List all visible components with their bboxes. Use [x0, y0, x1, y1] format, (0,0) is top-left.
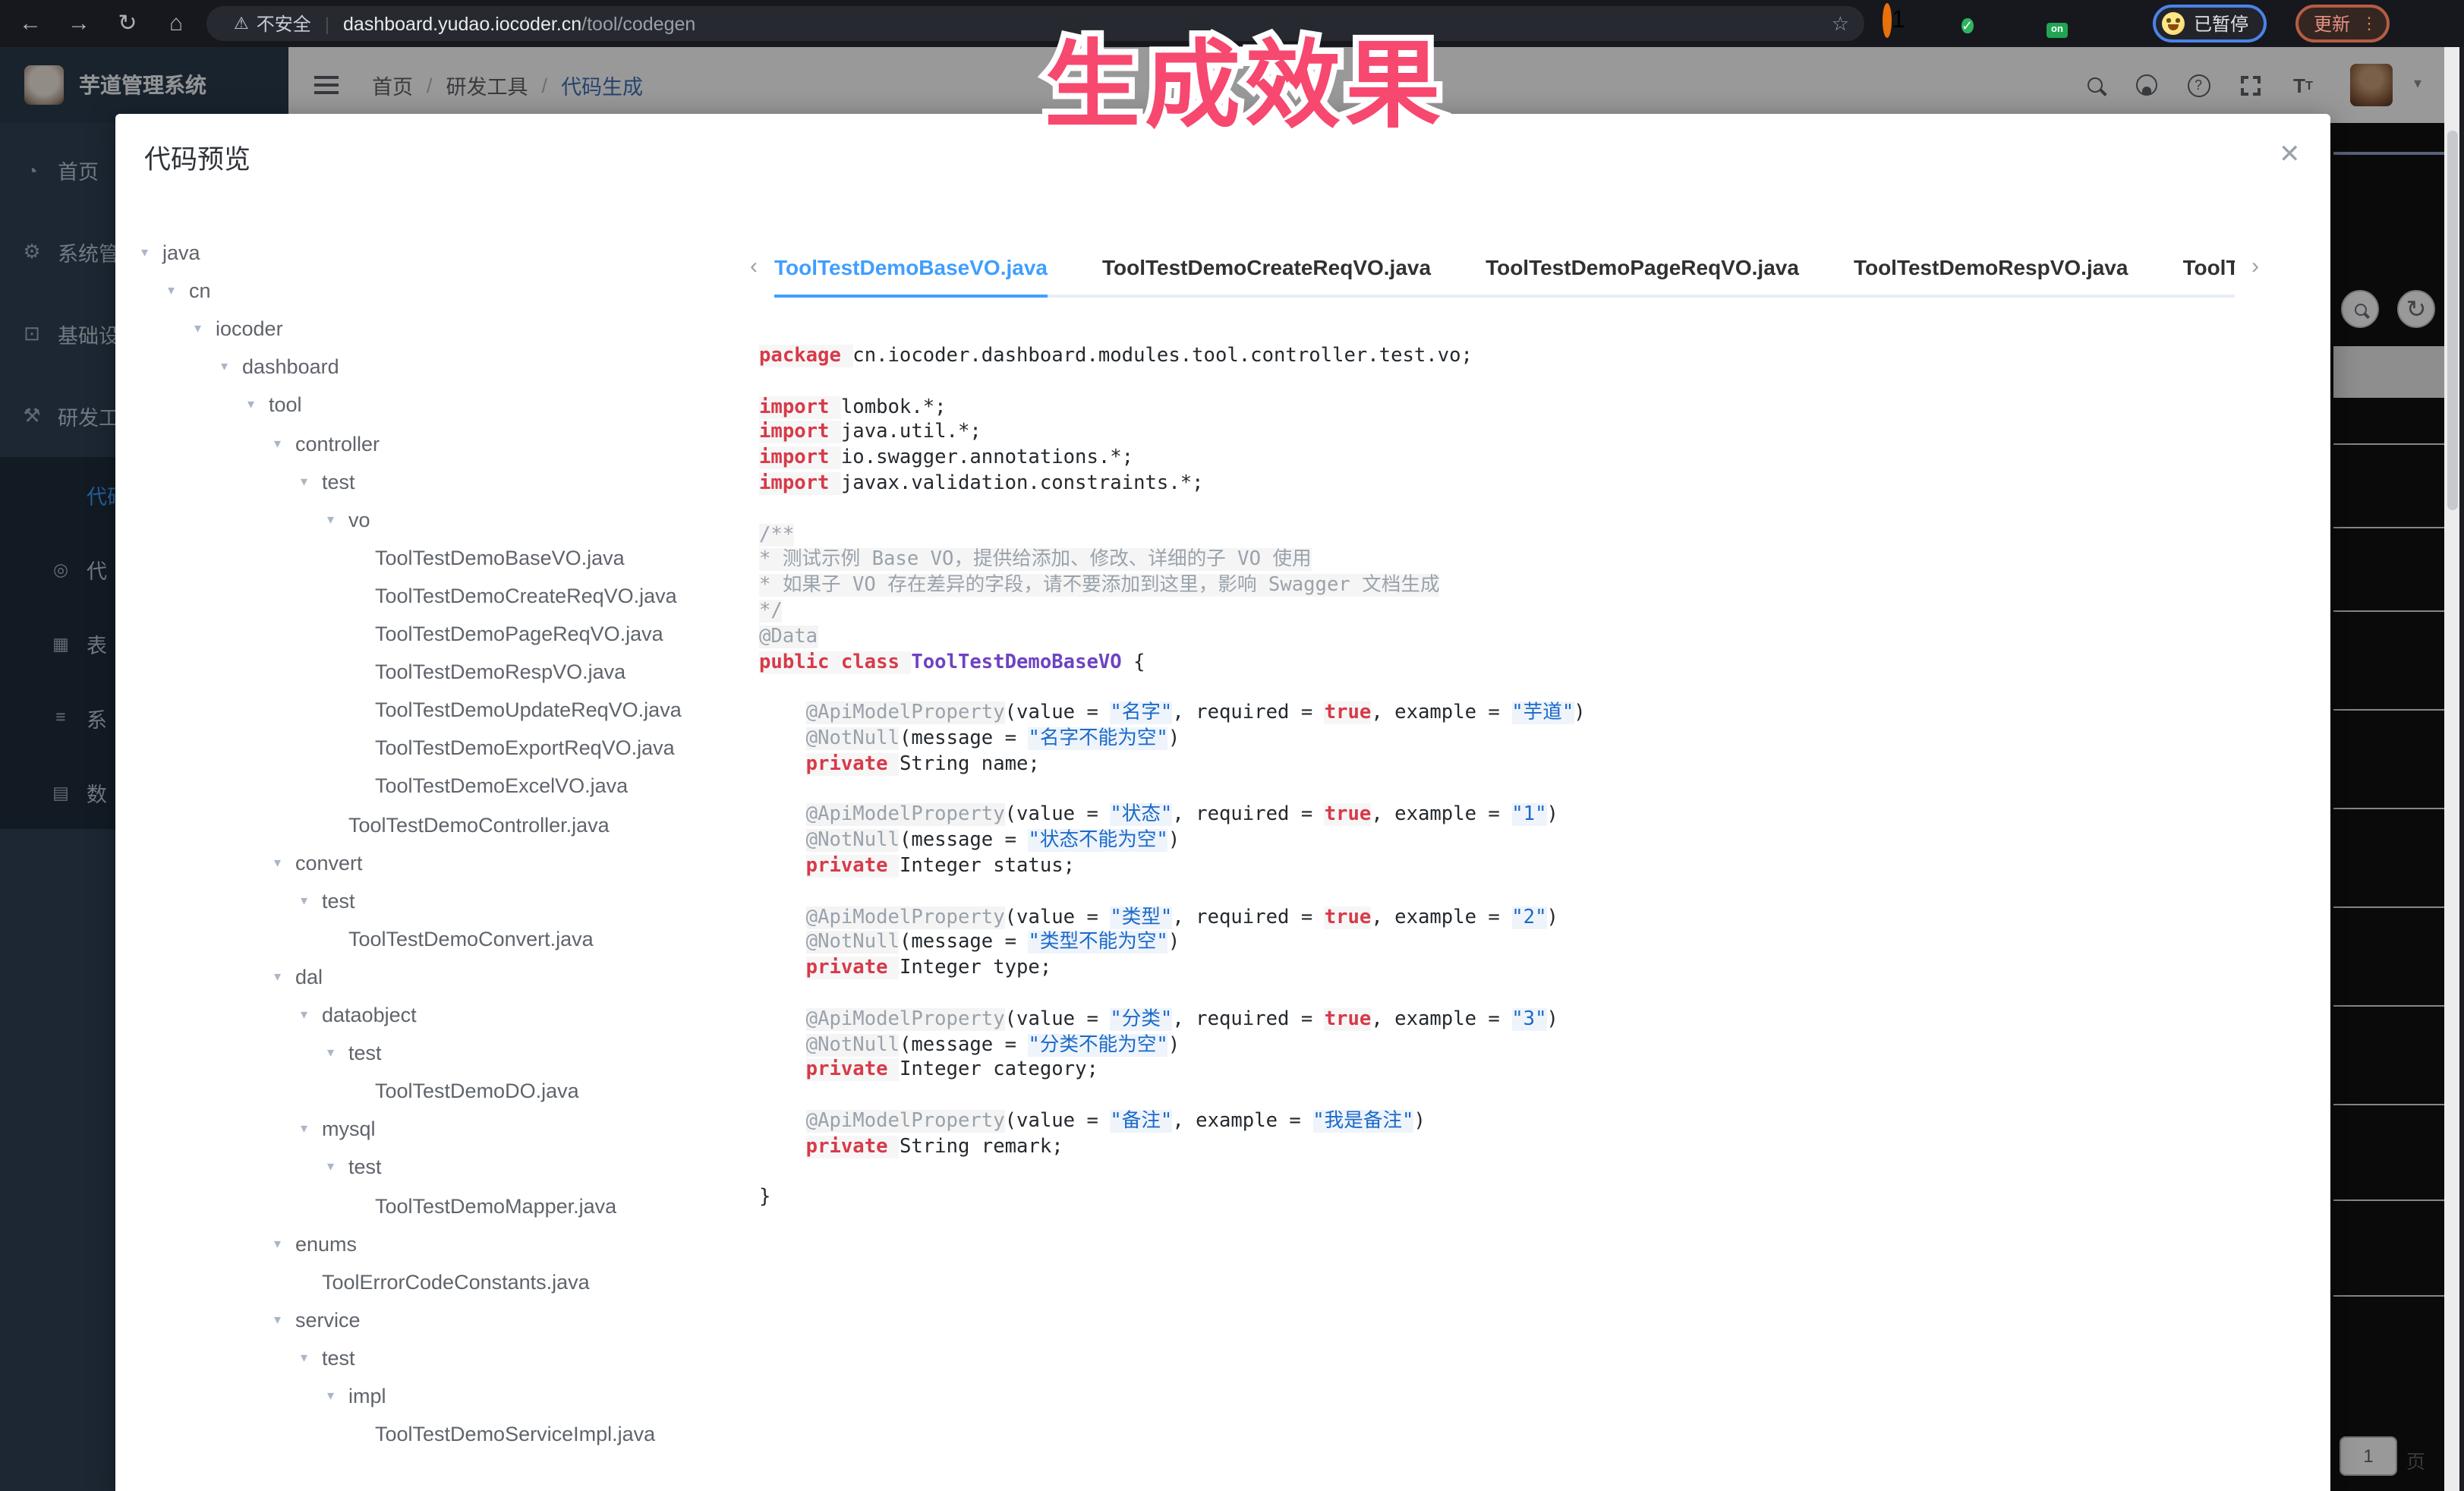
- caret-down-icon[interactable]: ▾: [301, 1007, 322, 1023]
- extension-orange-icon[interactable]: 1: [1883, 8, 1905, 35]
- tree-folder-test[interactable]: ▾test: [327, 1034, 382, 1072]
- caret-down-icon[interactable]: ▾: [221, 359, 242, 376]
- browser-forward-icon[interactable]: →: [61, 0, 97, 47]
- tree-file-ToolTestDemoConvert.java[interactable]: ▾ToolTestDemoConvert.java: [327, 920, 594, 958]
- tree-folder-tool[interactable]: ▾tool: [247, 386, 302, 424]
- tree-file-ToolTestDemoRespVO.java[interactable]: ▾ToolTestDemoRespVO.java: [354, 653, 625, 691]
- address-bar[interactable]: ⚠ 不安全 | dashboard.yudao.iocoder.cn/tool/…: [206, 6, 1864, 41]
- browser-menu-icon[interactable]: ⋮: [2361, 14, 2377, 33]
- caret-down-icon[interactable]: ▾: [327, 1045, 348, 1061]
- browser-back-icon[interactable]: ←: [12, 0, 49, 47]
- tree-file-ToolTestDemoServiceImpl.java[interactable]: ▾ToolTestDemoServiceImpl.java: [354, 1415, 655, 1453]
- tree-file-ToolTestDemoUpdateReqVO.java[interactable]: ▾ToolTestDemoUpdateReqVO.java: [354, 691, 682, 729]
- divider: |: [325, 13, 329, 34]
- tree-folder-enums[interactable]: ▾enums: [274, 1225, 357, 1262]
- caret-down-icon[interactable]: ▾: [327, 1388, 348, 1404]
- tree-folder-test[interactable]: ▾test: [301, 1339, 355, 1377]
- profile-paused-button[interactable]: 已暂停: [2153, 5, 2267, 43]
- tree-folder-mysql[interactable]: ▾mysql: [301, 1111, 376, 1149]
- caret-down-icon[interactable]: ▾: [301, 473, 322, 490]
- tab-ToolTestDemoRespVO.java[interactable]: ToolTestDemoRespVO.java: [1854, 240, 2128, 298]
- tree-folder-java[interactable]: ▾java: [141, 234, 200, 272]
- tree-folder-convert[interactable]: ▾convert: [274, 843, 363, 881]
- tree-folder-controller[interactable]: ▾controller: [274, 424, 380, 462]
- extension-green-check-icon[interactable]: ✓: [1961, 11, 1973, 38]
- tab-ToolTestDemoCreateReqVO.java[interactable]: ToolTestDemoCreateReqVO.java: [1102, 240, 1431, 298]
- caret-down-icon[interactable]: ▾: [274, 854, 295, 871]
- caret-down-icon[interactable]: ▾: [274, 435, 295, 452]
- caret-down-icon[interactable]: ▾: [274, 1312, 295, 1329]
- tree-file-ToolTestDemoBaseVO.java[interactable]: ▾ToolTestDemoBaseVO.java: [354, 539, 625, 577]
- caret-down-icon[interactable]: ▾: [274, 1235, 295, 1252]
- scrollbar[interactable]: [2444, 47, 2459, 1491]
- caret-down-icon[interactable]: ▾: [301, 892, 322, 909]
- browser-home-icon[interactable]: ⌂: [158, 0, 194, 47]
- security-label[interactable]: 不安全: [257, 11, 311, 36]
- emoji-avatar-icon: [2162, 12, 2185, 35]
- tree-file-ToolErrorCodeConstants.java[interactable]: ▾ToolErrorCodeConstants.java: [301, 1262, 590, 1300]
- tree-file-ToolTestDemoMapper.java[interactable]: ▾ToolTestDemoMapper.java: [354, 1187, 616, 1225]
- caret-down-icon[interactable]: ▾: [301, 1121, 322, 1138]
- annotation-text: 生成效果生成效果: [1045, 9, 1445, 147]
- scrollbar-thumb[interactable]: [2447, 131, 2457, 510]
- code-view: package cn.iocoder.dashboard.modules.too…: [759, 345, 2308, 1212]
- tab-ToolTestDemoBaseVO.java[interactable]: ToolTestDemoBaseVO.java: [774, 240, 1048, 298]
- tree-file-ToolTestDemoController.java[interactable]: ▾ToolTestDemoController.java: [327, 805, 610, 843]
- tree-folder-impl[interactable]: ▾impl: [327, 1377, 386, 1415]
- url-host: dashboard.yudao.iocoder.cn: [343, 13, 581, 34]
- file-tabs: ‹ › ToolTestDemoBaseVO.java ToolTestDemoC…: [753, 240, 2256, 298]
- tree-file-ToolTestDemoPageReqVO.java[interactable]: ▾ToolTestDemoPageReqVO.java: [354, 615, 663, 653]
- screenshot-stage: ← → ↻ ⌂ ⚠ 不安全 | dashboard.yudao.iocoder.…: [0, 0, 2464, 1491]
- code-preview-dialog: 代码预览 ✕ ▾java▾cn▾iocoder▾dashboard▾tool▾c…: [115, 114, 2330, 1491]
- tabs-scroll-left-icon[interactable]: ‹: [750, 240, 758, 298]
- tree-folder-cn[interactable]: ▾cn: [168, 272, 211, 310]
- tree-folder-test[interactable]: ▾test: [301, 881, 355, 919]
- tree-folder-dataobject[interactable]: ▾dataobject: [301, 996, 417, 1034]
- bookmark-star-icon[interactable]: ☆: [1832, 11, 1849, 36]
- update-label: 更新: [2314, 11, 2350, 36]
- tree-folder-test[interactable]: ▾test: [327, 1149, 382, 1187]
- tree-file-ToolTestDemoExportReqVO.java[interactable]: ▾ToolTestDemoExportReqVO.java: [354, 730, 675, 768]
- dialog-title: 代码预览: [144, 140, 250, 178]
- tree-folder-vo[interactable]: ▾vo: [327, 500, 370, 538]
- tree-folder-test[interactable]: ▾test: [301, 462, 355, 500]
- tab-ToolTe[interactable]: ToolTe: [2182, 240, 2235, 298]
- paused-label: 已暂停: [2194, 11, 2248, 36]
- caret-down-icon[interactable]: ▾: [301, 1350, 322, 1366]
- browser-reload-icon[interactable]: ↻: [109, 0, 146, 47]
- caret-down-icon[interactable]: ▾: [327, 511, 348, 528]
- caret-down-icon[interactable]: ▾: [274, 969, 295, 985]
- caret-down-icon[interactable]: ▾: [194, 320, 216, 337]
- caret-down-icon[interactable]: ▾: [168, 282, 189, 299]
- window-edge: [2459, 47, 2464, 1491]
- tree-file-ToolTestDemoDO.java[interactable]: ▾ToolTestDemoDO.java: [354, 1072, 579, 1110]
- tree-folder-dashboard[interactable]: ▾dashboard: [221, 348, 339, 386]
- tab-ToolTestDemoPageReqVO.java[interactable]: ToolTestDemoPageReqVO.java: [1486, 240, 1799, 298]
- close-icon[interactable]: ✕: [2279, 140, 2301, 170]
- caret-down-icon[interactable]: ▾: [141, 244, 162, 261]
- tree-file-ToolTestDemoCreateReqVO.java[interactable]: ▾ToolTestDemoCreateReqVO.java: [354, 577, 677, 615]
- caret-down-icon[interactable]: ▾: [247, 397, 269, 414]
- tree-folder-iocoder[interactable]: ▾iocoder: [194, 310, 283, 348]
- tree-file-ToolTestDemoExcelVO.java[interactable]: ▾ToolTestDemoExcelVO.java: [354, 768, 628, 805]
- caret-down-icon[interactable]: ▾: [327, 1159, 348, 1176]
- url-path: /tool/codegen: [581, 13, 695, 34]
- tree-folder-dal[interactable]: ▾dal: [274, 958, 323, 996]
- tabs-scroll-right-icon[interactable]: ›: [2251, 240, 2259, 298]
- browser-update-button[interactable]: 更新 ⋮: [2295, 5, 2390, 43]
- warning-icon: ⚠: [234, 14, 249, 33]
- tree-folder-service[interactable]: ▾service: [274, 1301, 361, 1339]
